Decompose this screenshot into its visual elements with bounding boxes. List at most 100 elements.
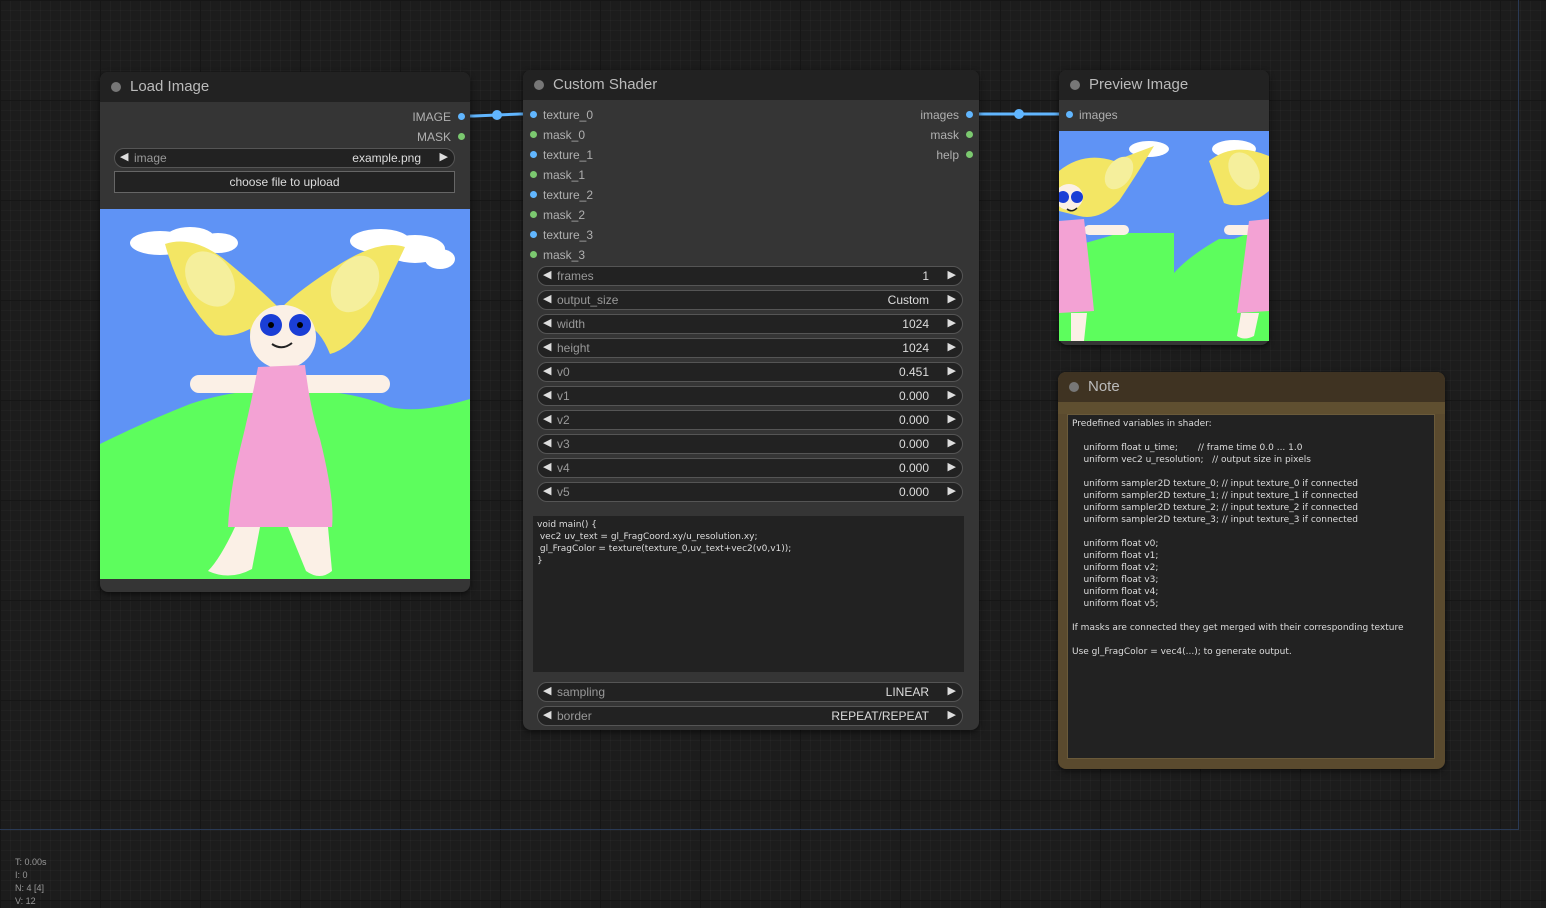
decrement-arrow-icon[interactable]: ◀ xyxy=(543,292,551,305)
input-slot-images[interactable] xyxy=(1066,111,1073,118)
note-node[interactable]: Note Predefined variables in shader: uni… xyxy=(1058,372,1445,769)
output-slot-help[interactable] xyxy=(966,151,973,158)
stat-iterations: I: 0 xyxy=(15,870,28,880)
decrement-arrow-icon[interactable]: ◀ xyxy=(543,484,551,497)
widget-value: 1 xyxy=(922,269,929,283)
render-stats: T: 0.00s I: 0 N: 4 [4] V: 12 xyxy=(15,856,47,908)
increment-arrow-icon[interactable]: ▶ xyxy=(948,460,956,473)
input-slot-mask-3[interactable] xyxy=(530,251,537,258)
v5-widget[interactable]: ◀ v5 0.000 ▶ xyxy=(537,482,963,502)
link-midpoint xyxy=(1014,109,1024,119)
v3-widget[interactable]: ◀ v3 0.000 ▶ xyxy=(537,434,963,454)
input-slot-texture-3[interactable] xyxy=(530,231,537,238)
decrement-arrow-icon[interactable]: ◀ xyxy=(543,436,551,449)
v0-widget[interactable]: ◀ v0 0.451 ▶ xyxy=(537,362,963,382)
collapse-dot-icon[interactable] xyxy=(111,82,121,92)
increment-arrow-icon[interactable]: ▶ xyxy=(948,412,956,425)
collapse-dot-icon[interactable] xyxy=(1069,382,1079,392)
increment-arrow-icon[interactable]: ▶ xyxy=(948,708,956,721)
output-label-mask: mask xyxy=(930,128,959,142)
stat-vertices: V: 12 xyxy=(15,896,36,906)
widget-label: v1 xyxy=(557,389,570,403)
output-slot-image[interactable] xyxy=(458,113,465,120)
increment-arrow-icon[interactable]: ▶ xyxy=(948,364,956,377)
input-slot-texture-1[interactable] xyxy=(530,151,537,158)
shader-code-textarea[interactable]: void main() { vec2 uv_text = gl_FragCoor… xyxy=(533,516,964,672)
widget-value: 0.000 xyxy=(898,437,929,451)
output-label-help: help xyxy=(936,148,959,162)
widget-label: height xyxy=(557,341,590,355)
input-slot-texture-0[interactable] xyxy=(530,111,537,118)
image-combo-widget[interactable]: ◀ image example.png ▶ xyxy=(114,148,455,168)
increment-arrow-icon[interactable]: ▶ xyxy=(948,684,956,697)
decrement-arrow-icon[interactable]: ◀ xyxy=(543,316,551,329)
output-slot-mask[interactable] xyxy=(966,131,973,138)
increment-arrow-icon[interactable]: ▶ xyxy=(948,292,956,305)
increment-arrow-icon[interactable]: ▶ xyxy=(948,268,956,281)
widget-label: v2 xyxy=(557,413,570,427)
link-midpoint xyxy=(492,110,502,120)
widget-label: v3 xyxy=(557,437,570,451)
node-title-bar[interactable]: Custom Shader xyxy=(523,70,979,100)
widget-label: sampling xyxy=(557,685,606,699)
widget-value: 0.451 xyxy=(898,365,929,379)
output-slot-images[interactable] xyxy=(966,111,973,118)
node-title-bar[interactable]: Load Image xyxy=(100,72,470,102)
input-label-texture-0: texture_0 xyxy=(543,108,594,122)
decrement-arrow-icon[interactable]: ◀ xyxy=(543,364,551,377)
output-slot-mask[interactable] xyxy=(458,133,465,140)
widget-label: v0 xyxy=(557,365,570,379)
decrement-arrow-icon[interactable]: ◀ xyxy=(120,150,128,163)
widget-value: example.png xyxy=(352,151,421,165)
decrement-arrow-icon[interactable]: ◀ xyxy=(543,684,551,697)
decrement-arrow-icon[interactable]: ◀ xyxy=(543,340,551,353)
increment-arrow-icon[interactable]: ▶ xyxy=(948,316,956,329)
border-widget[interactable]: ◀ border REPEAT/REPEAT ▶ xyxy=(537,706,963,726)
node-title: Preview Image xyxy=(1089,76,1189,93)
input-slot-mask-0[interactable] xyxy=(530,131,537,138)
widget-value: 0.000 xyxy=(898,461,929,475)
node-title-bar[interactable]: Note xyxy=(1058,372,1445,402)
input-slot-mask-2[interactable] xyxy=(530,211,537,218)
node-title: Custom Shader xyxy=(553,76,658,93)
widget-value: 0.000 xyxy=(898,485,929,499)
widget-label: frames xyxy=(557,269,594,283)
width-widget[interactable]: ◀ width 1024 ▶ xyxy=(537,314,963,334)
decrement-arrow-icon[interactable]: ◀ xyxy=(543,708,551,721)
v4-widget[interactable]: ◀ v4 0.000 ▶ xyxy=(537,458,963,478)
decrement-arrow-icon[interactable]: ◀ xyxy=(543,388,551,401)
decrement-arrow-icon[interactable]: ◀ xyxy=(543,460,551,473)
sampling-widget[interactable]: ◀ sampling LINEAR ▶ xyxy=(537,682,963,702)
increment-arrow-icon[interactable]: ▶ xyxy=(948,484,956,497)
loaded-image-preview xyxy=(100,209,470,579)
widget-label: image xyxy=(134,151,167,165)
decrement-arrow-icon[interactable]: ◀ xyxy=(543,412,551,425)
collapse-dot-icon[interactable] xyxy=(1070,80,1080,90)
widget-value: 0.000 xyxy=(898,389,929,403)
increment-arrow-icon[interactable]: ▶ xyxy=(440,150,448,163)
collapse-dot-icon[interactable] xyxy=(534,80,544,90)
increment-arrow-icon[interactable]: ▶ xyxy=(948,340,956,353)
frames-widget[interactable]: ◀ frames 1 ▶ xyxy=(537,266,963,286)
node-title-bar[interactable]: Preview Image xyxy=(1059,70,1269,100)
note-text[interactable]: Predefined variables in shader: uniform … xyxy=(1067,414,1435,759)
input-label-mask-1: mask_1 xyxy=(543,168,586,182)
input-label-texture-2: texture_2 xyxy=(543,188,594,202)
increment-arrow-icon[interactable]: ▶ xyxy=(948,388,956,401)
widget-value: REPEAT/REPEAT xyxy=(831,709,929,723)
preview-output-image xyxy=(1059,131,1269,341)
widget-value: 1024 xyxy=(902,317,929,331)
increment-arrow-icon[interactable]: ▶ xyxy=(948,436,956,449)
widget-label: v5 xyxy=(557,485,570,499)
preview-image-node[interactable]: Preview Image images xyxy=(1059,70,1269,345)
custom-shader-node[interactable]: Custom Shader texture_0 mask_0 texture_1… xyxy=(523,70,979,730)
decrement-arrow-icon[interactable]: ◀ xyxy=(543,268,551,281)
input-slot-texture-2[interactable] xyxy=(530,191,537,198)
upload-button[interactable]: choose file to upload xyxy=(114,171,455,193)
load-image-node[interactable]: Load Image IMAGE MASK ◀ image example.pn… xyxy=(100,72,470,592)
input-slot-mask-1[interactable] xyxy=(530,171,537,178)
v1-widget[interactable]: ◀ v1 0.000 ▶ xyxy=(537,386,963,406)
height-widget[interactable]: ◀ height 1024 ▶ xyxy=(537,338,963,358)
v2-widget[interactable]: ◀ v2 0.000 ▶ xyxy=(537,410,963,430)
output-size-widget[interactable]: ◀ output_size Custom ▶ xyxy=(537,290,963,310)
